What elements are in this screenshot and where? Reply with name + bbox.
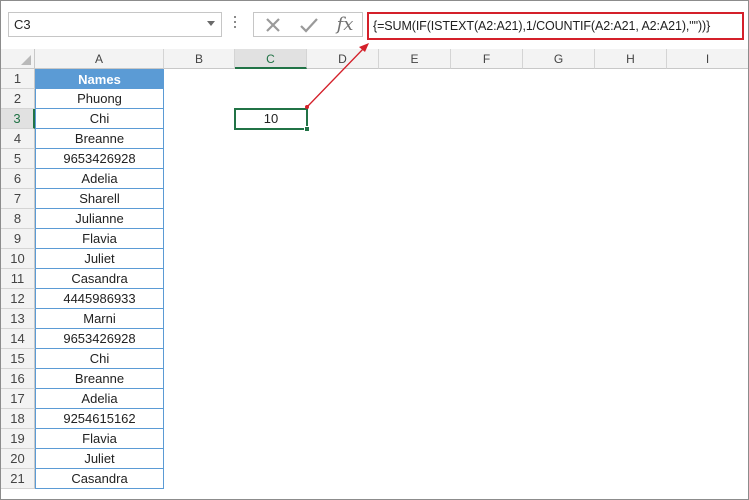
row-header-21[interactable]: 21 bbox=[1, 469, 35, 489]
cell-a11[interactable]: Casandra bbox=[35, 269, 164, 289]
active-cell-c3[interactable]: 10 bbox=[234, 108, 310, 132]
row-header-17[interactable]: 17 bbox=[1, 389, 35, 409]
worksheet-grid[interactable]: ABCDEFGHI 1 2 3 4 5 6 7 8 9 10 11 12 13 14 15 16 17 18 19 2… bbox=[1, 49, 748, 499]
column-header-b[interactable]: B bbox=[164, 49, 235, 69]
formula-bar-area: C3 fx {=SUM(IF(ISTEXT(A2:A21),1/COUNTIF(… bbox=[1, 1, 748, 49]
cell-a3[interactable]: Chi bbox=[35, 109, 164, 129]
cell-a2[interactable]: Phuong bbox=[35, 89, 164, 109]
row-header-14[interactable]: 14 bbox=[1, 329, 35, 349]
column-header-e[interactable]: E bbox=[379, 49, 451, 69]
column-header-i[interactable]: I bbox=[667, 49, 748, 69]
cell-a15[interactable]: Chi bbox=[35, 349, 164, 369]
row-header-6[interactable]: 6 bbox=[1, 169, 35, 189]
column-header-h[interactable]: H bbox=[595, 49, 667, 69]
formula-text: {=SUM(IF(ISTEXT(A2:A21),1/COUNTIF(A2:A21… bbox=[373, 19, 711, 33]
column-header-g[interactable]: G bbox=[523, 49, 595, 69]
enter-button[interactable] bbox=[292, 13, 326, 36]
cell-c3-value: 10 bbox=[263, 111, 279, 126]
cell-a5[interactable]: 9653426928 bbox=[35, 149, 164, 169]
row-header-18[interactable]: 18 bbox=[1, 409, 35, 429]
cell-a7[interactable]: Sharell bbox=[35, 189, 164, 209]
column-header-c[interactable]: C bbox=[235, 49, 307, 69]
fill-handle[interactable] bbox=[304, 126, 310, 132]
formula-input[interactable]: {=SUM(IF(ISTEXT(A2:A21),1/COUNTIF(A2:A21… bbox=[367, 12, 744, 40]
cell-a16[interactable]: Breanne bbox=[35, 369, 164, 389]
select-all-icon bbox=[21, 55, 31, 65]
cell-a8[interactable]: Julianne bbox=[35, 209, 164, 229]
row-header-9[interactable]: 9 bbox=[1, 229, 35, 249]
header-cell-names[interactable]: Names bbox=[35, 69, 164, 89]
row-header-2[interactable]: 2 bbox=[1, 89, 35, 109]
name-box[interactable]: C3 bbox=[8, 12, 222, 37]
cell-a18[interactable]: 9254615162 bbox=[35, 409, 164, 429]
cell-a4[interactable]: Breanne bbox=[35, 129, 164, 149]
cell-a20[interactable]: Juliet bbox=[35, 449, 164, 469]
drag-handle-icon[interactable] bbox=[233, 16, 237, 34]
column-header-f[interactable]: F bbox=[451, 49, 523, 69]
row-header-19[interactable]: 19 bbox=[1, 429, 35, 449]
select-all-button[interactable] bbox=[1, 49, 35, 69]
row-header-15[interactable]: 15 bbox=[1, 349, 35, 369]
row-header-16[interactable]: 16 bbox=[1, 369, 35, 389]
cell-a21[interactable]: Casandra bbox=[35, 469, 164, 489]
column-header-a[interactable]: A bbox=[35, 49, 164, 69]
row-header-11[interactable]: 11 bbox=[1, 269, 35, 289]
row-header-7[interactable]: 7 bbox=[1, 189, 35, 209]
cross-icon bbox=[266, 17, 280, 32]
row-header-5[interactable]: 5 bbox=[1, 149, 35, 169]
chevron-down-icon[interactable] bbox=[207, 21, 215, 26]
column-header-d[interactable]: D bbox=[307, 49, 379, 69]
cell-a12[interactable]: 4445986933 bbox=[35, 289, 164, 309]
cell-a13[interactable]: Marni bbox=[35, 309, 164, 329]
cell-a19[interactable]: Flavia bbox=[35, 429, 164, 449]
cell-a10[interactable]: Juliet bbox=[35, 249, 164, 269]
row-header-1[interactable]: 1 bbox=[1, 69, 35, 89]
row-header-10[interactable]: 10 bbox=[1, 249, 35, 269]
cell-a14[interactable]: 9653426928 bbox=[35, 329, 164, 349]
cancel-button[interactable] bbox=[256, 13, 290, 36]
cell-a9[interactable]: Flavia bbox=[35, 229, 164, 249]
row-header-20[interactable]: 20 bbox=[1, 449, 35, 469]
row-header-12[interactable]: 12 bbox=[1, 289, 35, 309]
spreadsheet-window: C3 fx {=SUM(IF(ISTEXT(A2:A21),1/COUNTIF(… bbox=[0, 0, 749, 500]
cell-a6[interactable]: Adelia bbox=[35, 169, 164, 189]
row-header-8[interactable]: 8 bbox=[1, 209, 35, 229]
name-box-value: C3 bbox=[14, 17, 31, 32]
cell-a17[interactable]: Adelia bbox=[35, 389, 164, 409]
insert-function-button[interactable]: fx bbox=[328, 13, 362, 36]
row-header-4[interactable]: 4 bbox=[1, 129, 35, 149]
formula-buttons: fx bbox=[253, 12, 363, 37]
check-icon bbox=[300, 17, 318, 33]
row-header-13[interactable]: 13 bbox=[1, 309, 35, 329]
row-header-3[interactable]: 3 bbox=[1, 109, 35, 129]
